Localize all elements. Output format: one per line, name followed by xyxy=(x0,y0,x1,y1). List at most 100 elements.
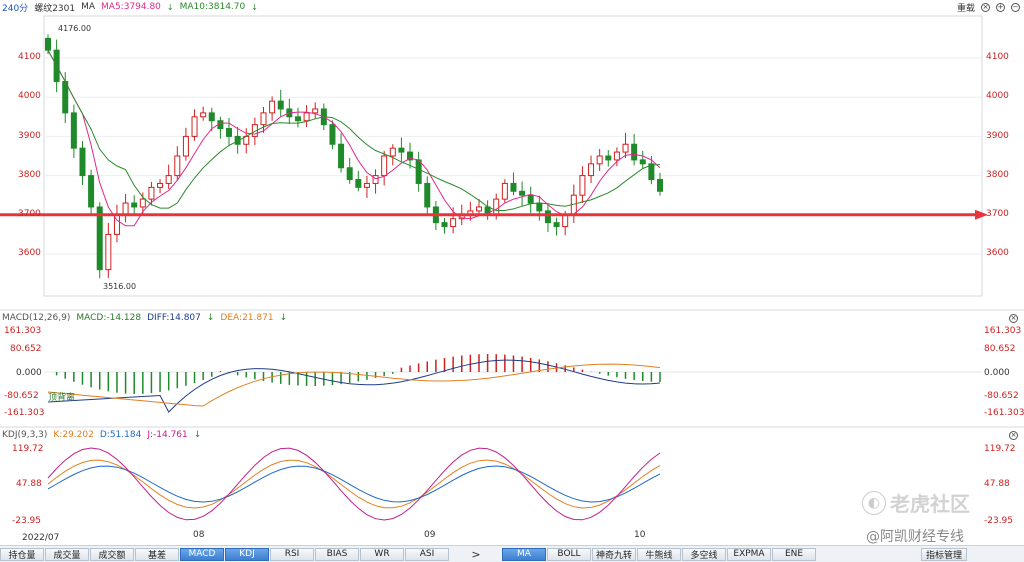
down-arrow-icon: ↓ xyxy=(251,2,258,12)
macd-tick: -161.303 xyxy=(984,408,1024,418)
add-icon[interactable]: + xyxy=(996,2,1005,12)
price-tick: 3900 xyxy=(18,131,41,141)
kdj-tick: 119.72 xyxy=(984,444,1016,454)
tab-ene[interactable]: ENE xyxy=(772,547,816,561)
tab-bull-bear[interactable]: 牛熊线 xyxy=(637,547,681,561)
macd-tick: -80.652 xyxy=(4,391,39,401)
candle-body xyxy=(88,175,95,208)
tab-ma[interactable]: MA xyxy=(502,547,546,561)
ma5-line xyxy=(47,49,661,227)
remove-icon[interactable]: − xyxy=(1011,2,1020,12)
candle-body xyxy=(415,159,422,184)
indicator-manage-button[interactable]: 指标管理 xyxy=(921,547,967,561)
candle-body xyxy=(657,179,663,192)
j-value: J:-14.761 xyxy=(147,430,188,440)
close-icon[interactable]: × xyxy=(1009,314,1018,323)
d-value: D:51.184 xyxy=(99,430,142,440)
macd-tick: 0.000 xyxy=(984,368,1010,378)
macd-chart xyxy=(44,354,982,413)
tab-kdj[interactable]: KDJ xyxy=(225,547,269,561)
candle-body xyxy=(226,128,233,137)
candle-body xyxy=(519,190,526,196)
tab-rsi[interactable]: RSI xyxy=(270,547,314,561)
k-value: K:29.202 xyxy=(53,430,94,440)
macd-tick: -161.303 xyxy=(4,408,45,418)
tab-open-interest[interactable]: 持仓量 xyxy=(0,547,44,561)
tab-td9[interactable]: 神奇九转 xyxy=(592,547,636,561)
candle-body xyxy=(182,135,189,157)
candle-body xyxy=(157,182,164,188)
candle-body xyxy=(544,210,551,224)
candle-body xyxy=(605,155,612,161)
candle-body xyxy=(510,182,517,192)
candle-body xyxy=(200,112,207,118)
tab-basis[interactable]: 基差 xyxy=(135,547,179,561)
kdj-tick: -23.95 xyxy=(12,516,42,526)
down-arrow-icon: ↓ xyxy=(193,430,202,440)
macd-tick: 80.652 xyxy=(984,344,1016,354)
candles-group xyxy=(45,34,663,279)
price-tick: 4000 xyxy=(986,91,1009,101)
indicator-label[interactable]: MA xyxy=(81,2,95,12)
candle-body xyxy=(191,116,198,137)
candle-body xyxy=(424,182,431,208)
candle-body xyxy=(588,163,595,177)
price-tick: 3800 xyxy=(986,170,1009,180)
indicator-tab-bar: 持仓量 成交量 成交额 基差 MACD KDJ RSI BIAS WR ASI … xyxy=(0,545,1024,562)
down-arrow-icon: ↓ xyxy=(279,313,288,323)
x-label: 08 xyxy=(193,530,205,540)
chart-canvas[interactable] xyxy=(0,14,1024,544)
candle-body xyxy=(96,206,103,271)
price-tick: 3800 xyxy=(18,170,41,180)
tab-long-short[interactable]: 多空线 xyxy=(682,547,726,561)
candle-body xyxy=(536,202,543,212)
tab-volume[interactable]: 成交量 xyxy=(45,547,89,561)
period-label[interactable]: 240分 xyxy=(2,1,28,14)
candle-body xyxy=(208,112,215,122)
candle-body xyxy=(122,202,129,216)
macd-title[interactable]: MACD(12,26,9) xyxy=(2,313,70,323)
tab-expma[interactable]: EXPMA xyxy=(727,547,771,561)
candle-body xyxy=(338,143,345,169)
more-tabs-chevron-icon[interactable]: > xyxy=(450,548,502,561)
low-marker: 3516.00 xyxy=(103,282,137,291)
price-tick: 4000 xyxy=(18,91,41,101)
candle-body xyxy=(45,37,51,51)
candle-body xyxy=(131,202,138,208)
candle-body xyxy=(389,147,396,157)
candle-body xyxy=(277,100,284,110)
candle-body xyxy=(62,81,69,114)
candle-body xyxy=(260,112,267,126)
price-tick: 3700 xyxy=(986,209,1009,219)
tab-macd[interactable]: MACD xyxy=(180,547,224,561)
candle-body xyxy=(381,155,388,177)
price-axis-right: 4100 4000 3900 3800 3700 3600 xyxy=(984,14,1024,304)
candle-body xyxy=(346,167,353,181)
tab-wr[interactable]: WR xyxy=(360,547,404,561)
macd-tick: 161.303 xyxy=(4,326,42,336)
tab-turnover[interactable]: 成交额 xyxy=(90,547,134,561)
price-tick: 3900 xyxy=(986,131,1009,141)
close-icon[interactable]: × xyxy=(981,2,990,12)
candle-body xyxy=(553,222,560,228)
macd-tick: 0.000 xyxy=(16,368,42,378)
candle-body xyxy=(398,147,405,153)
close-icon[interactable]: × xyxy=(1009,431,1018,440)
tab-asi[interactable]: ASI xyxy=(405,547,449,561)
x-label: 09 xyxy=(424,530,436,540)
candle-body xyxy=(501,182,508,200)
chart-header: 240分 螺纹2301 MA MA5:3794.80 ↓ MA10:3814.7… xyxy=(0,0,1024,14)
candle-body xyxy=(562,214,569,228)
x-label: 10 xyxy=(634,530,646,540)
tab-bias[interactable]: BIAS xyxy=(315,547,359,561)
candle-body xyxy=(165,175,172,184)
candle-body xyxy=(372,175,379,184)
watermark-tiger: ◐ 老虎社区 xyxy=(862,488,970,517)
candle-body xyxy=(441,222,448,228)
candle-body xyxy=(329,124,336,145)
kdj-title[interactable]: KDJ(9,3,3) xyxy=(2,430,47,440)
symbol-label: 螺纹2301 xyxy=(34,3,76,14)
kdj-chart xyxy=(47,447,661,521)
reload-label[interactable]: 重载 xyxy=(957,1,975,14)
tab-boll[interactable]: BOLL xyxy=(547,547,591,561)
